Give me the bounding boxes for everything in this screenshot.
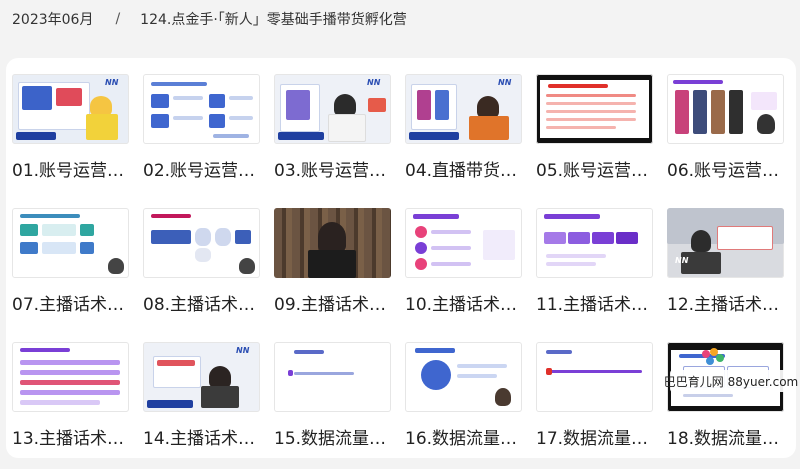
lesson-item[interactable]: NN 12.主播话术… [667, 208, 784, 335]
lesson-title[interactable]: 03.账号运营… [274, 156, 391, 181]
lesson-thumbnail[interactable] [667, 74, 784, 144]
lesson-thumbnail[interactable] [143, 208, 260, 278]
lesson-thumbnail[interactable]: NN [667, 208, 784, 278]
lesson-item[interactable]: 16.数据流量… [405, 342, 522, 469]
lesson-title[interactable]: 11.主播话术… [536, 290, 653, 315]
lesson-thumbnail[interactable]: NN [274, 74, 391, 144]
lesson-thumbnail[interactable] [405, 208, 522, 278]
lesson-title[interactable]: 13.主播话术… [12, 424, 129, 449]
lesson-thumbnail[interactable] [12, 208, 129, 278]
brand-logo-icon: NN [236, 346, 250, 355]
lesson-item[interactable]: 02.账号运营… [143, 74, 260, 201]
lesson-thumbnail[interactable] [536, 74, 653, 144]
lesson-title[interactable]: 09.主播话术… [274, 290, 391, 315]
lesson-item[interactable]: NN 03.账号运营… [274, 74, 391, 201]
lesson-title[interactable]: 06.账号运营… [667, 156, 784, 181]
lesson-thumbnail[interactable]: NN [143, 342, 260, 412]
lesson-title[interactable]: 02.账号运营… [143, 156, 260, 181]
brand-logo-icon: NN [498, 78, 512, 87]
lesson-item[interactable]: 07.主播话术… [12, 208, 129, 335]
lesson-item[interactable]: 06.账号运营… [667, 74, 784, 201]
lesson-item[interactable]: 15.数据流量… [274, 342, 391, 469]
lesson-title[interactable]: 05.账号运营… [536, 156, 653, 181]
lesson-item[interactable]: NN 04.直播带货… [405, 74, 522, 201]
lesson-thumbnail[interactable] [536, 208, 653, 278]
lesson-thumbnail[interactable]: NN [12, 74, 129, 144]
lesson-item[interactable]: 17.数据流量… [536, 342, 653, 469]
breadcrumb-separator: / [115, 11, 121, 27]
lesson-title[interactable]: 17.数据流量… [536, 424, 653, 449]
site-watermark: 巴巴育儿网 88yuer.com [664, 348, 798, 392]
flower-logo-icon [702, 348, 724, 365]
lesson-title[interactable]: 07.主播话术… [12, 290, 129, 315]
lesson-thumbnail[interactable] [274, 342, 391, 412]
lesson-thumbnail[interactable] [274, 208, 391, 278]
lesson-thumbnail[interactable] [143, 74, 260, 144]
lesson-grid: NN 01.账号运营… 02.账号运营… NN 03.账号运营… NN 04.直… [12, 74, 784, 469]
lesson-thumbnail[interactable] [405, 342, 522, 412]
breadcrumb-course-title: 124.点金手·「新人」零基础手播带货孵化营 [140, 12, 407, 28]
watermark-text: 巴巴育儿网 88yuer.com [663, 374, 799, 389]
lesson-item[interactable]: NN 14.主播话术… [143, 342, 260, 469]
lesson-title[interactable]: 08.主播话术… [143, 290, 260, 315]
lesson-title[interactable]: 10.主播话术… [405, 290, 522, 315]
lesson-title[interactable]: 12.主播话术… [667, 290, 784, 315]
lesson-title[interactable]: 04.直播带货… [405, 156, 522, 181]
lesson-title[interactable]: 16.数据流量… [405, 424, 522, 449]
lesson-item[interactable]: 13.主播话术… [12, 342, 129, 469]
lesson-item[interactable]: 11.主播话术… [536, 208, 653, 335]
lesson-title[interactable]: 15.数据流量… [274, 424, 391, 449]
lesson-item[interactable]: 10.主播话术… [405, 208, 522, 335]
lesson-title[interactable]: 01.账号运营… [12, 156, 129, 181]
lesson-item[interactable]: 09.主播话术… [274, 208, 391, 335]
lesson-item[interactable]: 08.主播话术… [143, 208, 260, 335]
lesson-item[interactable]: NN 01.账号运营… [12, 74, 129, 201]
lesson-thumbnail[interactable]: NN [405, 74, 522, 144]
lesson-title[interactable]: 18.数据流量… [667, 424, 784, 449]
lesson-title[interactable]: 14.主播话术… [143, 424, 260, 449]
brand-logo-icon: NN [105, 78, 119, 87]
breadcrumb-date[interactable]: 2023年06月 [12, 9, 93, 29]
brand-logo-icon: NN [367, 78, 381, 87]
breadcrumb: 2023年06月 / 124.点金手·「新人」零基础手播带货孵化营 [12, 9, 407, 29]
brand-logo-icon: NN [675, 256, 689, 265]
lesson-thumbnail[interactable] [536, 342, 653, 412]
lesson-thumbnail[interactable] [12, 342, 129, 412]
lesson-item[interactable]: 05.账号运营… [536, 74, 653, 201]
